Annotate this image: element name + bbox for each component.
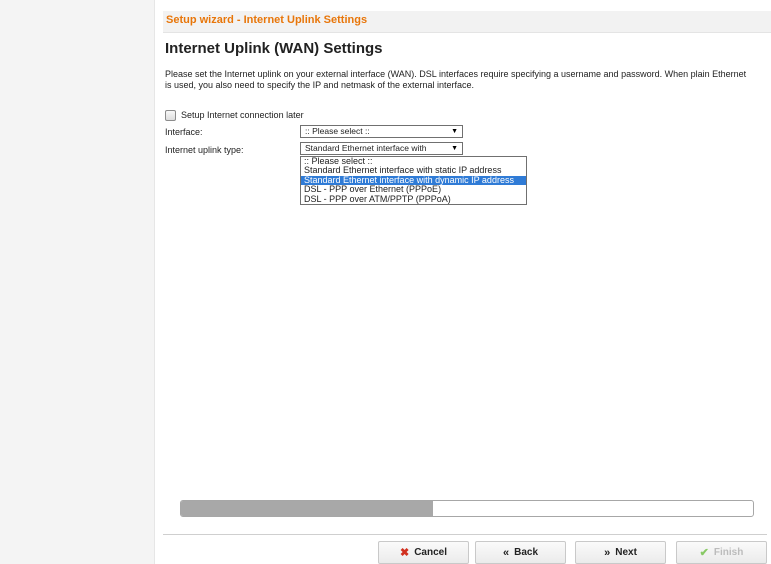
wizard-progress-bar [180, 500, 754, 517]
interface-label: Interface: [165, 127, 203, 137]
finish-button[interactable]: ✔ Finish [676, 541, 767, 564]
setup-later-label: Setup Internet connection later [181, 110, 304, 120]
setup-later-checkbox[interactable] [165, 109, 176, 121]
double-chevron-left-icon: « [502, 546, 510, 559]
wizard-header-title: Setup wizard - Internet Uplink Settings [166, 14, 368, 26]
footer-divider [163, 534, 767, 535]
cancel-button[interactable]: ✖ Cancel [378, 541, 469, 564]
progress-fill [181, 501, 433, 516]
checkmark-icon: ✔ [699, 547, 709, 559]
next-button-label: Next [615, 547, 637, 558]
double-chevron-right-icon: » [604, 546, 611, 559]
back-button[interactable]: « Back [475, 541, 566, 564]
page-title: Internet Uplink (WAN) Settings [165, 40, 383, 57]
interface-select-value: :: Please select :: [305, 126, 370, 136]
dropdown-option-pppoa[interactable]: DSL - PPP over ATM/PPTP (PPPoA) [301, 194, 526, 204]
left-sidebar [0, 0, 155, 564]
triangle-down-icon: ▼ [451, 145, 458, 152]
uplink-type-select-value: Standard Ethernet interface with [305, 143, 427, 153]
wizard-header-bar: Setup wizard - Internet Uplink Settings [163, 11, 771, 33]
setup-later-row[interactable]: Setup Internet connection later [165, 108, 304, 122]
triangle-down-icon: ▼ [451, 128, 458, 135]
cancel-button-label: Cancel [414, 547, 447, 558]
uplink-type-dropdown-list: :: Please select :: Standard Ethernet in… [300, 156, 527, 205]
back-button-label: Back [514, 547, 539, 558]
interface-select[interactable]: :: Please select :: ▼ [300, 125, 463, 138]
uplink-type-label: Internet uplink type: [165, 145, 244, 155]
uplink-type-select[interactable]: Standard Ethernet interface with ▼ [300, 142, 463, 155]
page-description: Please set the Internet uplink on your e… [165, 69, 747, 90]
x-icon: ✖ [399, 547, 410, 559]
finish-button-label: Finish [713, 547, 744, 558]
next-button[interactable]: » Next [575, 541, 666, 564]
